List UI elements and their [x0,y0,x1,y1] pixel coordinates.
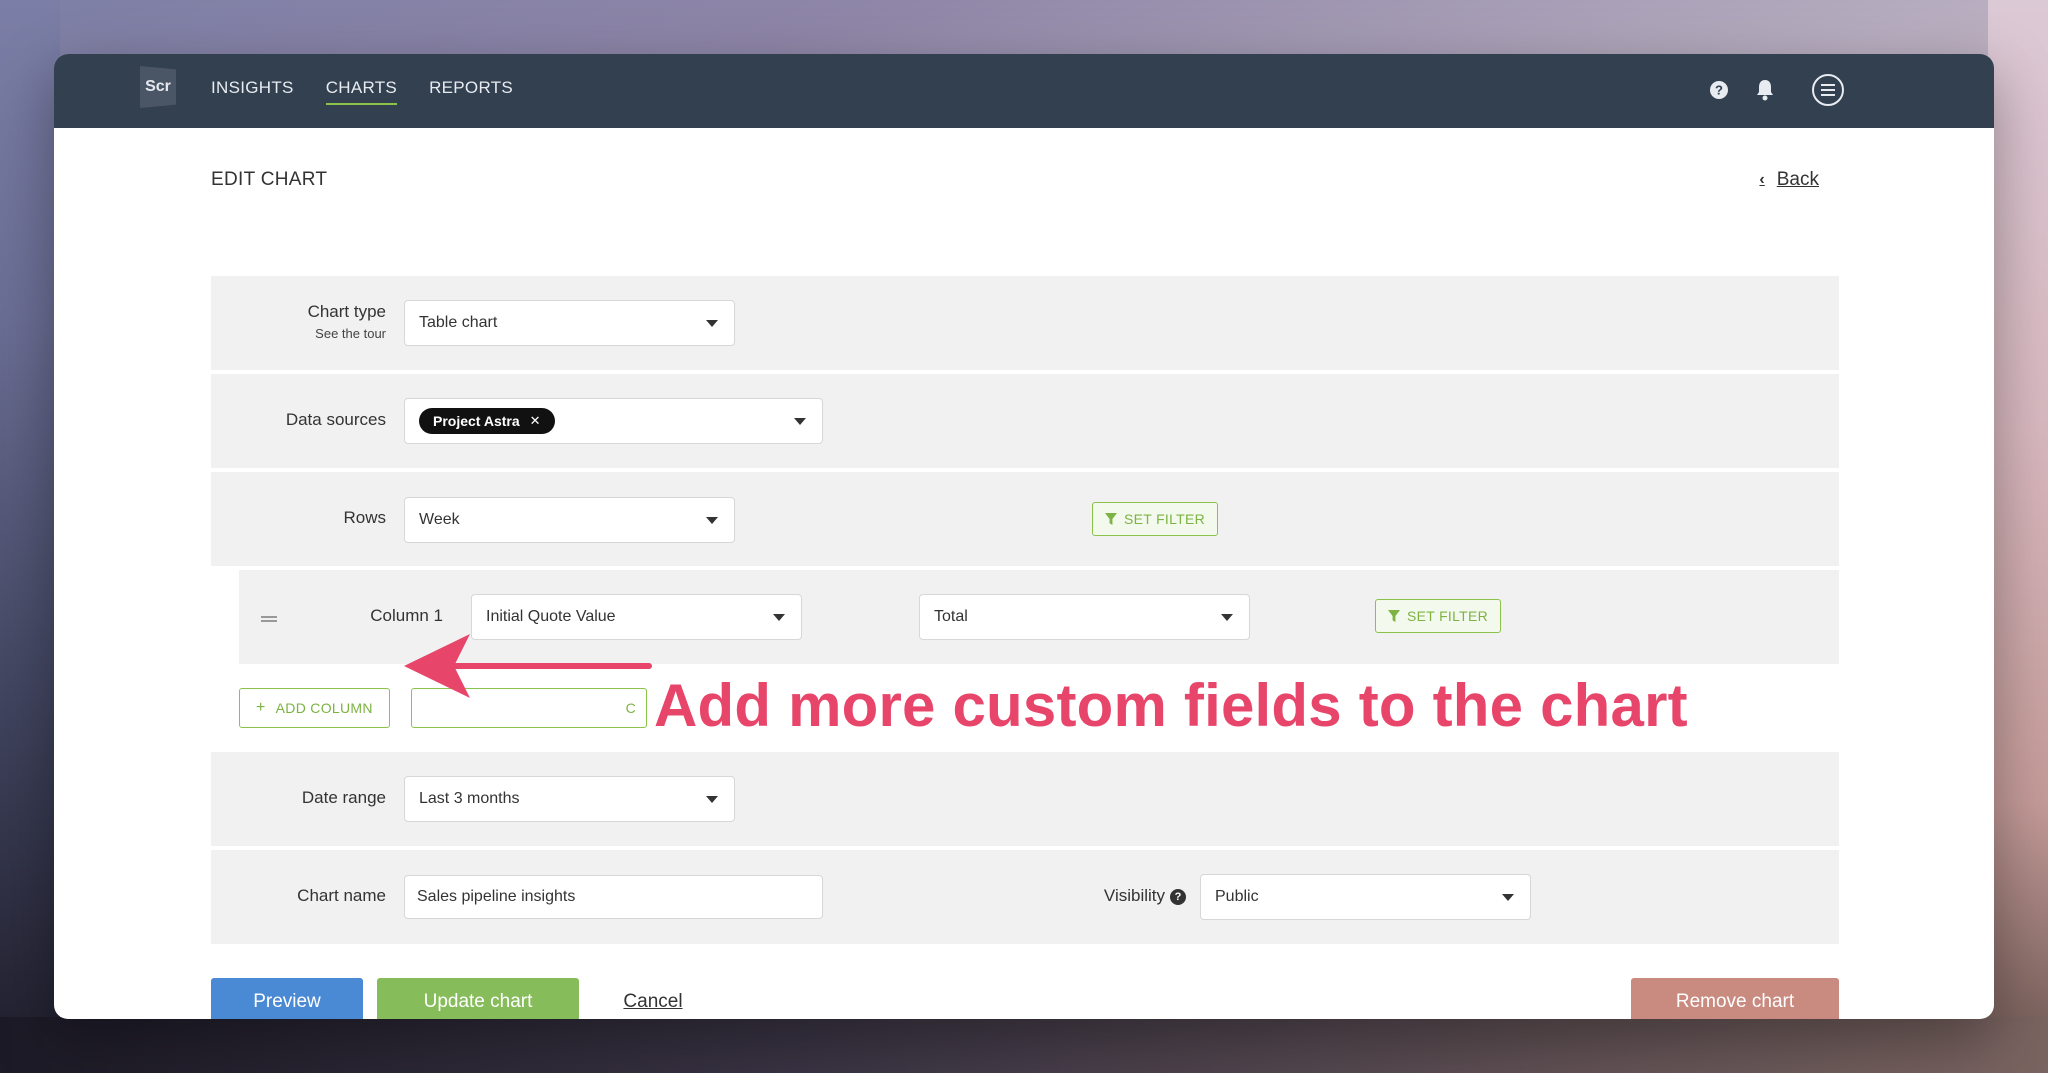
visibility-value: Public [1215,888,1259,905]
chevron-down-icon [706,320,718,327]
chevron-down-icon [706,517,718,524]
plus-icon: + [256,699,266,716]
nav-insights[interactable]: INSIGHTS [211,78,294,105]
annotation-arrow [404,634,652,698]
chart-name-label: Chart name [297,886,386,905]
add-column-label: ADD COLUMN [275,700,373,716]
chart-name-input[interactable] [404,875,823,919]
chevron-down-icon [1502,894,1514,901]
rows-set-filter-button[interactable]: SET FILTER [1092,502,1219,536]
chart-type-value: Table chart [419,314,498,331]
date-range-value: Last 3 months [419,790,520,807]
menu-icon[interactable] [1812,74,1844,106]
chevron-down-icon [1221,614,1233,621]
see-tour-link[interactable]: See the tour [211,326,386,341]
page-title: EDIT CHART [211,169,328,190]
cancel-link[interactable]: Cancel [613,978,693,1019]
help-icon[interactable]: ? [1170,888,1186,905]
background-left [0,0,60,1073]
add-column-button[interactable]: + ADD COLUMN [239,688,390,728]
main-nav: INSIGHTS CHARTS REPORTS [211,78,513,105]
rows-select[interactable]: Week [404,497,735,543]
rows-row: Rows Week SET FILTER [211,472,1839,566]
chart-type-select[interactable]: Table chart [404,300,735,346]
update-chart-button[interactable]: Update chart [377,978,579,1019]
app-logo[interactable]: Scr [140,66,176,108]
help-icon[interactable]: ? [1706,77,1732,103]
top-icons: ? [1706,74,1844,106]
data-sources-select[interactable]: Project Astra ✕ [404,398,823,444]
rows-value: Week [419,511,460,528]
remove-tag-icon[interactable]: ✕ [530,413,541,429]
background-bottom [0,1017,2048,1073]
svg-text:?: ? [1715,83,1723,98]
chevron-down-icon [773,614,785,621]
column-set-filter-button[interactable]: SET FILTER [1375,599,1502,633]
filter-icon [1388,610,1400,622]
chevron-left-icon: ‹ [1759,171,1765,188]
chart-type-label: Chart type See the tour [211,302,386,341]
remove-chart-button[interactable]: Remove chart [1631,978,1839,1019]
date-range-select[interactable]: Last 3 months [404,776,735,822]
column-aggregate-select[interactable]: Total [919,594,1250,640]
date-range-label: Date range [301,788,386,807]
preview-button[interactable]: Preview [211,978,363,1019]
column-filter-label: SET FILTER [1407,608,1489,624]
chart-name-row: Chart name Visibility? Public [211,850,1839,944]
column-1-label: Column 1 [370,606,443,625]
filter-icon [1105,513,1117,525]
back-link[interactable]: ‹ Back [1759,169,1819,191]
date-range-row: Date range Last 3 months [211,752,1839,846]
chart-type-row: Chart type See the tour Table chart [211,276,1839,370]
data-sources-row: Data sources Project Astra ✕ [211,374,1839,468]
visibility-select[interactable]: Public [1200,874,1531,920]
nav-charts[interactable]: CHARTS [325,78,398,105]
back-label: Back [1776,169,1819,190]
chevron-down-icon [706,796,718,803]
data-source-tag-label: Project Astra [433,413,520,429]
chevron-down-icon [794,418,806,425]
rows-label: Rows [343,508,386,527]
annotation-text: Add more custom fields to the chart [654,672,1688,739]
background-right [1988,0,2048,1073]
app-window: Scr INSIGHTS CHARTS REPORTS ? EDIT CHART… [54,54,1994,1019]
rows-filter-label: SET FILTER [1124,511,1206,527]
column-aggregate-value: Total [934,608,968,625]
data-source-tag: Project Astra ✕ [419,408,555,434]
visibility-label: Visibility? [1011,886,1186,906]
nav-reports[interactable]: REPORTS [429,78,513,105]
data-sources-label: Data sources [285,410,386,429]
bell-icon[interactable] [1752,77,1778,103]
top-navbar: Scr INSIGHTS CHARTS REPORTS ? [54,54,1994,128]
